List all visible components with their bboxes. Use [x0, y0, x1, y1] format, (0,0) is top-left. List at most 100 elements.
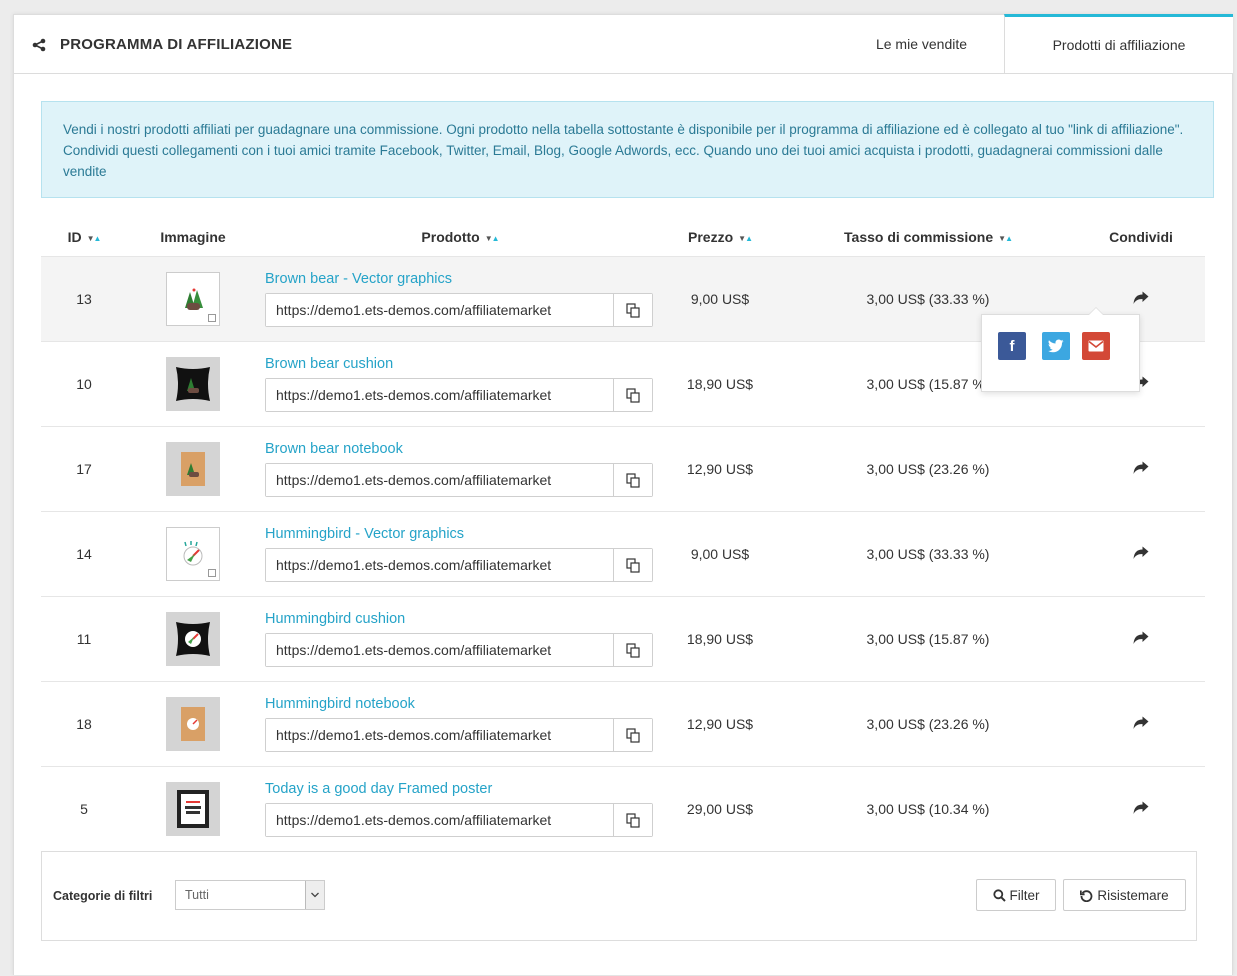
sort-icon[interactable]: ▼▲ [87, 234, 102, 243]
facebook-icon[interactable]: f [998, 332, 1026, 360]
category-select-value: Tutti [185, 888, 209, 902]
copy-icon[interactable] [613, 719, 652, 751]
affiliate-url-input[interactable] [266, 549, 613, 581]
search-icon [992, 888, 1006, 902]
share-arrow-icon[interactable] [1133, 631, 1149, 645]
product-id: 17 [41, 426, 127, 512]
affiliate-url-group [265, 293, 653, 327]
products-table: ID ▼▲ Immagine Prodotto ▼▲ Prezzo ▼▲ Tasso … [41, 218, 1205, 851]
share-arrow-icon[interactable] [1133, 546, 1149, 560]
product-thumbnail[interactable] [166, 782, 220, 836]
affiliate-url-group [265, 633, 653, 667]
column-id[interactable]: ID ▼▲ [41, 218, 127, 257]
product-link[interactable]: Hummingbird cushion [265, 611, 660, 627]
info-notice: Vendi i nostri prodotti affiliati per gu… [41, 101, 1214, 198]
page-title-text: PROGRAMMA DI AFFILIAZIONE [60, 36, 293, 53]
tab-my-sales[interactable]: Le mie vendite [839, 15, 1004, 73]
download-icon [208, 314, 216, 322]
commission-rate: 3,00 US$ (10.34 %) [779, 766, 1077, 851]
chevron-down-icon[interactable] [305, 881, 324, 909]
affiliate-panel: PROGRAMMA DI AFFILIAZIONE Le mie vendite… [13, 14, 1233, 975]
copy-icon[interactable] [613, 634, 652, 666]
product-id: 13 [41, 256, 127, 342]
reset-button[interactable]: Risistemare [1063, 879, 1186, 911]
affiliate-url-input[interactable] [266, 294, 613, 326]
share-arrow-icon[interactable] [1133, 461, 1149, 475]
affiliate-url-input[interactable] [266, 379, 613, 411]
product-link[interactable]: Brown bear - Vector graphics [265, 271, 660, 287]
commission-rate: 3,00 US$ (23.26 %) [779, 681, 1077, 767]
table-row: 5 Today is a good day Framed poster 29,0… [41, 766, 1205, 851]
reset-icon [1080, 889, 1093, 902]
filter-label: Categorie di filtri [53, 889, 153, 903]
product-id: 14 [41, 511, 127, 597]
page-title: PROGRAMMA DI AFFILIAZIONE [32, 36, 292, 53]
affiliate-url-input[interactable] [266, 634, 613, 666]
product-price: 18,90 US$ [661, 596, 779, 682]
commission-rate: 3,00 US$ (33.33 %) [779, 511, 1077, 597]
affiliate-url-input[interactable] [266, 719, 613, 751]
table-row: 11 Hummingbird cushion 18,90 US$ 3,00 US… [41, 596, 1205, 682]
email-icon[interactable] [1082, 332, 1110, 360]
product-link[interactable]: Brown bear notebook [265, 441, 660, 457]
product-id: 18 [41, 681, 127, 767]
category-select[interactable]: Tutti [175, 880, 325, 910]
product-link[interactable]: Hummingbird - Vector graphics [265, 526, 660, 542]
tab-affiliate-products[interactable]: Prodotti di affiliazione [1004, 14, 1233, 73]
table-header-row: ID ▼▲ Immagine Prodotto ▼▲ Prezzo ▼▲ Tasso … [41, 218, 1205, 257]
affiliate-url-group [265, 803, 653, 837]
product-thumbnail[interactable] [166, 272, 220, 326]
column-share: Condividi [1109, 229, 1173, 245]
sort-icon[interactable]: ▼▲ [998, 234, 1013, 243]
product-id: 5 [41, 766, 127, 851]
product-link[interactable]: Brown bear cushion [265, 356, 660, 372]
product-price: 12,90 US$ [661, 681, 779, 767]
panel-header: PROGRAMMA DI AFFILIAZIONE Le mie vendite… [14, 14, 1233, 74]
filter-button[interactable]: Filter [976, 879, 1056, 911]
share-arrow-icon[interactable] [1133, 716, 1149, 730]
share-icon [32, 38, 46, 51]
product-thumbnail[interactable] [166, 612, 220, 666]
affiliate-url-group [265, 378, 653, 412]
affiliate-url-group [265, 548, 653, 582]
copy-icon[interactable] [613, 464, 652, 496]
sort-icon[interactable]: ▼▲ [738, 234, 753, 243]
product-price: 12,90 US$ [661, 426, 779, 512]
table-row: 14 Hummingbird - Vector graphics 9,00 US… [41, 511, 1205, 597]
product-thumbnail[interactable] [166, 442, 220, 496]
product-price: 18,90 US$ [661, 341, 779, 427]
column-product[interactable]: Prodotto ▼▲ [259, 218, 661, 257]
commission-rate: 3,00 US$ (23.26 %) [779, 426, 1077, 512]
affiliate-url-group [265, 463, 653, 497]
column-image: Immagine [160, 229, 226, 245]
product-thumbnail[interactable] [166, 527, 220, 581]
product-thumbnail[interactable] [166, 697, 220, 751]
product-price: 29,00 US$ [661, 766, 779, 851]
copy-icon[interactable] [613, 549, 652, 581]
column-commission[interactable]: Tasso di commissione ▼▲ [779, 218, 1077, 257]
product-id: 11 [41, 596, 127, 682]
sort-icon[interactable]: ▼▲ [485, 234, 500, 243]
affiliate-url-input[interactable] [266, 804, 613, 836]
column-price[interactable]: Prezzo ▼▲ [661, 218, 779, 257]
product-id: 10 [41, 341, 127, 427]
share-arrow-icon[interactable] [1133, 801, 1149, 815]
copy-icon[interactable] [613, 379, 652, 411]
product-thumbnail[interactable] [166, 357, 220, 411]
affiliate-url-group [265, 718, 653, 752]
commission-rate: 3,00 US$ (15.87 %) [779, 596, 1077, 682]
copy-icon[interactable] [613, 294, 652, 326]
affiliate-url-input[interactable] [266, 464, 613, 496]
product-link[interactable]: Today is a good day Framed poster [265, 781, 660, 797]
product-link[interactable]: Hummingbird notebook [265, 696, 660, 712]
product-price: 9,00 US$ [661, 256, 779, 342]
download-icon [208, 569, 216, 577]
copy-icon[interactable] [613, 804, 652, 836]
table-row: 17 Brown bear notebook 12,90 US$ 3,00 US… [41, 426, 1205, 512]
table-row: 18 Hummingbird notebook 12,90 US$ 3,00 U… [41, 681, 1205, 767]
share-popover: f [981, 307, 1140, 392]
share-arrow-icon[interactable] [1133, 291, 1149, 305]
product-price: 9,00 US$ [661, 511, 779, 597]
twitter-icon[interactable] [1042, 332, 1070, 360]
filter-panel: Categorie di filtri Tutti Filter Risiste… [41, 851, 1197, 941]
